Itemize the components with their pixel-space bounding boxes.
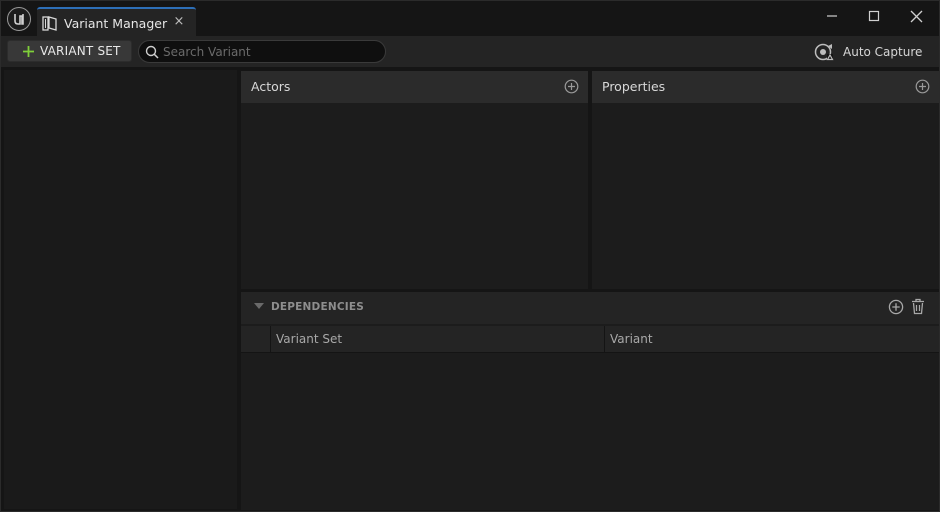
variant-manager-window: Variant Manager × VARIANT SET Search Var… — [0, 0, 940, 512]
minimize-button[interactable] — [817, 5, 847, 27]
add-variant-set-button[interactable]: VARIANT SET — [7, 40, 132, 62]
column-stub — [241, 326, 271, 352]
auto-capture-icon — [813, 42, 835, 65]
auto-capture-button[interactable]: Auto Capture — [813, 40, 933, 64]
auto-capture-label: Auto Capture — [843, 45, 923, 59]
dependencies-title: DEPENDENCIES — [271, 301, 364, 313]
tab-variant-manager[interactable]: Variant Manager × — [37, 7, 196, 36]
dependencies-column-header: Variant Set Variant — [241, 326, 939, 353]
properties-panel-header: Properties — [592, 71, 939, 103]
variant-sets-panel[interactable] — [4, 70, 237, 509]
maximize-button[interactable] — [859, 5, 889, 27]
column-label-variant-set: Variant Set — [276, 332, 343, 346]
add-variant-set-label: VARIANT SET — [40, 44, 121, 58]
column-header-variant[interactable]: Variant — [606, 326, 939, 352]
tab-title: Variant Manager — [64, 16, 168, 31]
properties-panel-title: Properties — [602, 79, 666, 94]
title-bar: Variant Manager × — [1, 1, 939, 36]
search-input[interactable] — [163, 43, 373, 60]
search-box[interactable] — [138, 40, 386, 63]
column-header-variant-set[interactable]: Variant Set — [272, 326, 605, 352]
dependencies-header[interactable]: DEPENDENCIES — [241, 292, 939, 324]
add-dependency-icon[interactable] — [888, 299, 904, 318]
actors-panel-title: Actors — [251, 79, 291, 94]
collapse-arrow-icon[interactable] — [254, 303, 264, 309]
delete-dependency-icon[interactable] — [910, 298, 926, 318]
tab-close-icon[interactable]: × — [171, 13, 187, 31]
unreal-engine-logo-icon[interactable] — [7, 7, 31, 31]
search-icon — [145, 45, 159, 62]
toolbar: VARIANT SET Auto Capture — [1, 36, 939, 67]
properties-panel: Properties — [592, 71, 939, 289]
column-label-variant: Variant — [610, 332, 653, 346]
plus-icon — [22, 45, 35, 61]
actors-panel-header: Actors — [241, 71, 588, 103]
add-property-icon[interactable] — [915, 79, 930, 97]
variant-manager-icon — [42, 16, 58, 34]
dependencies-panel: DEPENDENCIES Variant Set Variant — [241, 292, 939, 510]
close-window-button[interactable] — [901, 5, 931, 27]
add-actor-icon[interactable] — [564, 79, 579, 97]
actors-panel: Actors — [241, 71, 588, 289]
